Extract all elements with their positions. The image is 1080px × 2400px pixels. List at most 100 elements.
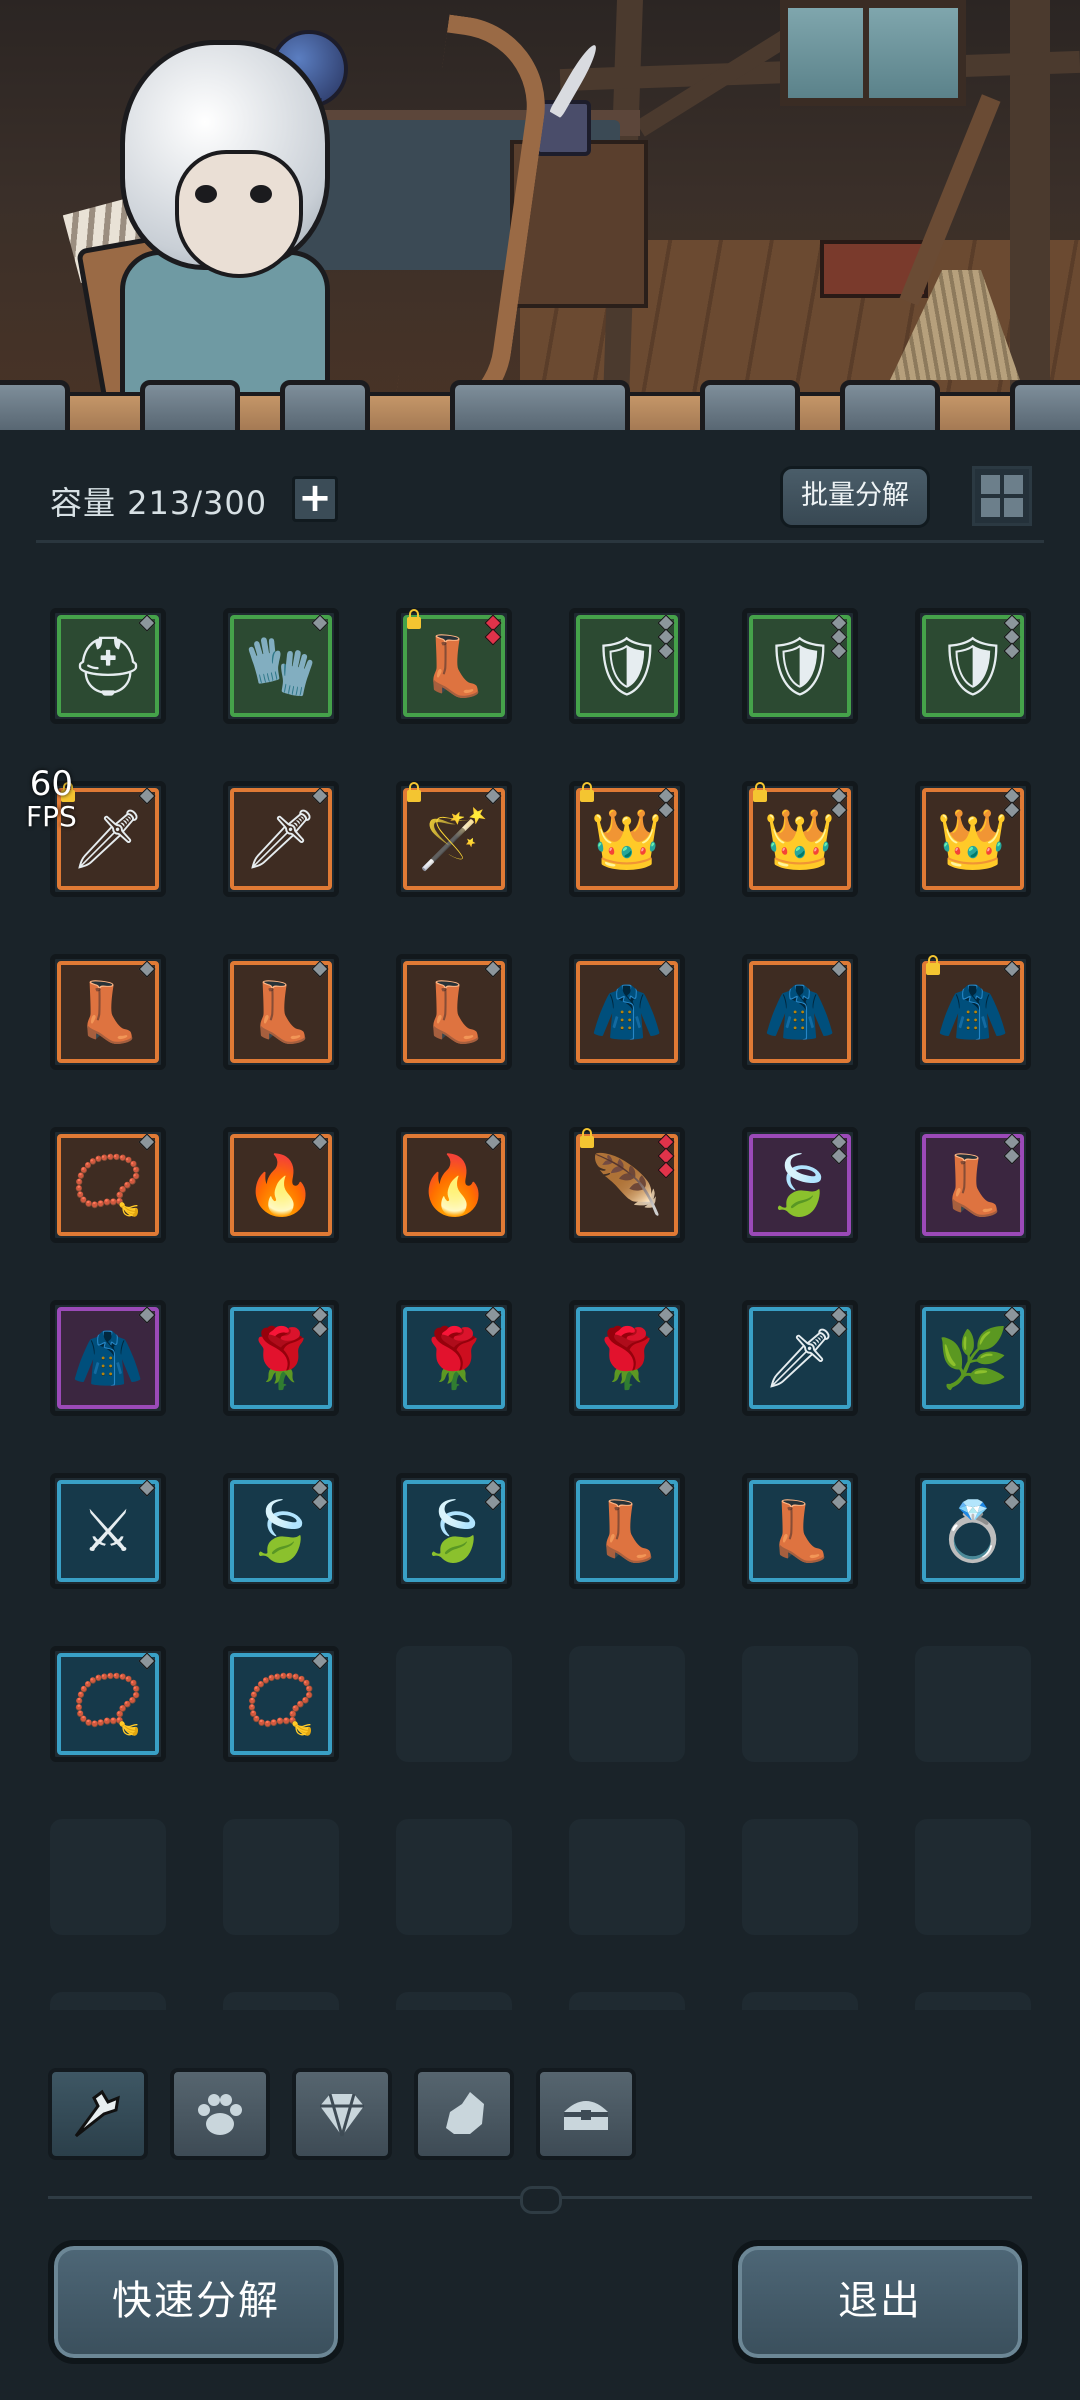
gem-sockets <box>1003 787 1021 819</box>
gem-socket-icon <box>657 801 675 819</box>
gem-socket-icon <box>1003 1493 1021 1511</box>
brown-armor-icon: 🧥 <box>763 978 837 1046</box>
inventory-slot-white-helmet[interactable]: ⛑ <box>50 608 166 724</box>
grid-view-toggle[interactable] <box>972 466 1032 526</box>
inventory-slot-ruby-necklace[interactable]: 📿 <box>50 1646 166 1762</box>
inventory-slot-purple-boots[interactable]: 👢 <box>396 608 512 724</box>
tab-pets[interactable] <box>170 2068 270 2160</box>
inventory-slot-leaf-gloves[interactable]: 🍃 <box>223 1473 339 1589</box>
inventory-slot-flame-amulet[interactable]: 🔥 <box>223 1127 339 1243</box>
lock-icon <box>753 782 767 802</box>
inventory-slot-brown-armor[interactable]: 🧥 <box>915 954 1031 1070</box>
empty-slot[interactable] <box>915 1819 1031 1935</box>
inventory-slot-gold-helmet[interactable]: 👑 <box>915 781 1031 897</box>
inventory-slot-leather-boots[interactable]: 👢 <box>915 1127 1031 1243</box>
empty-slot[interactable] <box>569 1646 685 1762</box>
inventory-slot-green-boots[interactable]: 👢 <box>396 954 512 1070</box>
gem-socket-icon <box>311 960 329 978</box>
gem-sockets <box>1003 1133 1021 1165</box>
inventory-slot-brown-armor[interactable]: 🧥 <box>569 954 685 1070</box>
gem-socket-icon <box>484 960 502 978</box>
leather-boots-icon: 👢 <box>763 1497 837 1565</box>
inventory-slot-ruby-necklace[interactable]: 📿 <box>223 1646 339 1762</box>
inventory-slot-crystal-sword[interactable]: 🗡 <box>223 781 339 897</box>
inventory-slot-thorn-ring[interactable]: 💍 <box>915 1473 1031 1589</box>
inventory-slot-thorn-staff[interactable]: 🌹 <box>396 1300 512 1416</box>
empty-slot[interactable] <box>223 1992 339 2010</box>
gem-sockets <box>1003 1306 1021 1338</box>
gem-socket-icon <box>830 960 848 978</box>
inventory-slot-thorn-spear[interactable]: 🗡 <box>742 1300 858 1416</box>
empty-slot[interactable] <box>569 1992 685 2010</box>
empty-slot[interactable] <box>742 1819 858 1935</box>
inventory-slot-leaf-gloves[interactable]: 🍃 <box>742 1127 858 1243</box>
inventory-slot-purple-gauntlet[interactable]: 🧤 <box>223 608 339 724</box>
tab-gems[interactable] <box>292 2068 392 2160</box>
gem-socket-icon <box>138 787 156 805</box>
inventory-slot-green-boots[interactable]: 👢 <box>50 954 166 1070</box>
inventory-slot-leather-boots[interactable]: 👢 <box>569 1473 685 1589</box>
gem-socket-icon <box>311 1320 329 1338</box>
inventory-slot-purple-armor[interactable]: 🛡 <box>742 608 858 724</box>
quick-decompose-button[interactable]: 快速分解 <box>48 2240 344 2364</box>
inventory-slot-leaf-gloves[interactable]: 🍃 <box>396 1473 512 1589</box>
empty-slot[interactable] <box>742 1992 858 2010</box>
brown-armor-icon: 🧥 <box>936 978 1010 1046</box>
gem-sockets <box>830 1479 848 1511</box>
empty-slot[interactable] <box>396 1646 512 1762</box>
add-capacity-button[interactable]: + <box>292 476 338 522</box>
gem-sockets <box>1003 960 1021 978</box>
gem-socket-icon <box>138 614 156 632</box>
tab-equipment[interactable] <box>48 2068 148 2160</box>
empty-slot[interactable] <box>915 1646 1031 1762</box>
rail-stone <box>700 380 800 430</box>
empty-slot[interactable] <box>50 1992 166 2010</box>
inventory-slot-thorn-wreath[interactable]: 🌿 <box>915 1300 1031 1416</box>
inventory-slot-brown-armor[interactable]: 🧥 <box>742 954 858 1070</box>
inventory-slot-purple-armor[interactable]: 🛡 <box>569 608 685 724</box>
inventory-slot-dark-sword[interactable]: ⚔ <box>50 1473 166 1589</box>
exit-button[interactable]: 退出 <box>732 2240 1028 2364</box>
gem-sockets <box>484 960 502 978</box>
gold-helmet-icon: 👑 <box>936 805 1010 873</box>
inventory-slot-leaf-armor[interactable]: 🧥 <box>50 1300 166 1416</box>
inventory-slot-feather-staff[interactable]: 🪄 <box>396 781 512 897</box>
ruby-necklace-icon: 📿 <box>244 1670 318 1738</box>
empty-slot[interactable] <box>569 1819 685 1935</box>
gem-sockets <box>311 614 329 632</box>
gem-socket-icon <box>484 628 502 646</box>
empty-slot[interactable] <box>223 1819 339 1935</box>
inventory-slot-thorn-staff[interactable]: 🌹 <box>223 1300 339 1416</box>
gold-helmet-icon: 👑 <box>763 805 837 873</box>
gem-socket-icon <box>830 1147 848 1165</box>
empty-slot[interactable] <box>742 1646 858 1762</box>
empty-slot[interactable] <box>50 1819 166 1935</box>
inventory-slot-flame-amulet[interactable]: 🔥 <box>396 1127 512 1243</box>
empty-slot[interactable] <box>396 1992 512 2010</box>
empty-slot[interactable] <box>396 1819 512 1935</box>
inventory-slot-winged-staff[interactable]: 🪶 <box>569 1127 685 1243</box>
inventory-slot-thorn-staff[interactable]: 🌹 <box>569 1300 685 1416</box>
leaf-gloves-icon: 🍃 <box>244 1497 318 1565</box>
lock-icon <box>407 782 421 802</box>
batch-decompose-button[interactable]: 批量分解 <box>780 466 930 528</box>
inventory-slot-gold-necklace[interactable]: 📿 <box>50 1127 166 1243</box>
gem-sockets <box>138 1479 156 1497</box>
tab-materials[interactable] <box>414 2068 514 2160</box>
empty-slot[interactable] <box>915 1992 1031 2010</box>
gem-socket-icon <box>830 801 848 819</box>
capacity-label: 容量 213/300 <box>50 484 268 522</box>
inventory-slot-purple-armor[interactable]: 🛡 <box>915 608 1031 724</box>
purple-armor-icon: 🛡 <box>763 632 837 700</box>
tab-chests[interactable] <box>536 2068 636 2160</box>
character-eye <box>250 185 272 203</box>
lock-icon <box>580 782 594 802</box>
inventory-slot-gold-helmet[interactable]: 👑 <box>742 781 858 897</box>
character-eye <box>195 185 217 203</box>
inventory-slot-leather-boots[interactable]: 👢 <box>742 1473 858 1589</box>
flame-amulet-icon: 🔥 <box>244 1151 318 1219</box>
inventory-slot-green-boots[interactable]: 👢 <box>223 954 339 1070</box>
rail-stone <box>450 380 630 430</box>
brown-armor-icon: 🧥 <box>590 978 664 1046</box>
inventory-slot-gold-helmet[interactable]: 👑 <box>569 781 685 897</box>
